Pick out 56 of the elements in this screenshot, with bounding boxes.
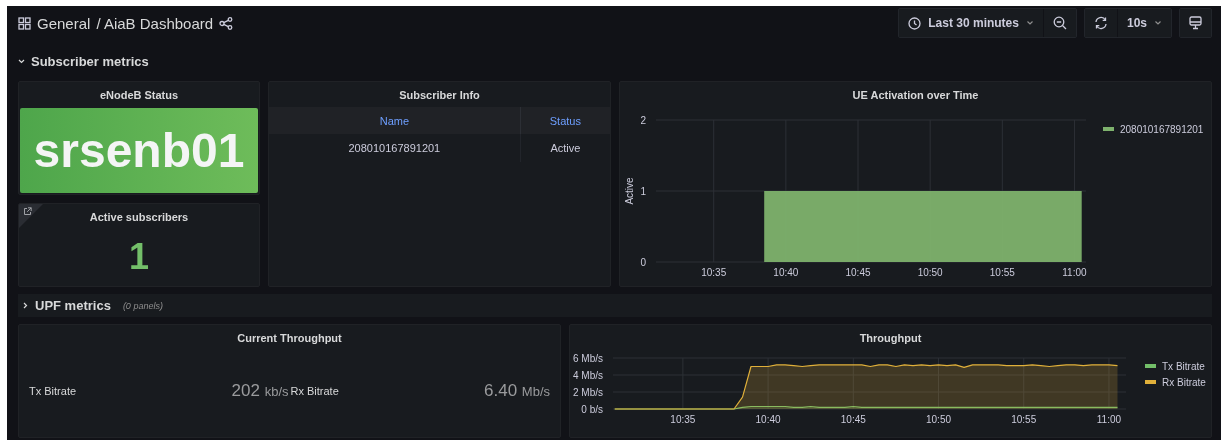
tick-label: 10:40 — [755, 414, 781, 425]
row-title[interactable]: UPF metrics — [35, 298, 111, 313]
share-icon[interactable] — [219, 16, 234, 30]
panel-title: Subscriber Info — [399, 88, 480, 102]
refresh-icon — [1093, 16, 1108, 30]
panel-title: UE Activation over Time — [852, 88, 979, 102]
row-summary: (0 panels) — [122, 300, 163, 311]
column-header[interactable]: Name — [269, 107, 521, 134]
zoom-out-icon — [1052, 16, 1067, 30]
tick-label: 10:55 — [989, 267, 1015, 278]
panel-title: eNodeB Status — [99, 88, 179, 102]
legend-label[interactable]: Rx Bitrate — [1162, 376, 1206, 388]
legend-label[interactable]: Tx Bitrate — [1162, 360, 1205, 372]
chevron-right-icon[interactable] — [22, 302, 29, 309]
table-cell: Active — [520, 134, 610, 162]
stat-label: Tx Bitrate — [29, 385, 77, 397]
column-header[interactable]: Status — [520, 107, 610, 134]
monitor-icon — [1189, 16, 1202, 30]
row-title[interactable]: Subscriber metrics — [31, 53, 149, 69]
chevron-down-icon[interactable] — [18, 57, 25, 65]
panel-title: Throughput — [859, 331, 922, 345]
tick-label: 10:35 — [701, 267, 727, 278]
stat-value: 202 kb/s — [231, 381, 289, 401]
status-value: srsenb01 — [20, 108, 258, 193]
folder-link[interactable]: General — [37, 14, 91, 32]
tick-label: 0 — [640, 256, 646, 268]
clock-icon — [908, 16, 922, 30]
tick-label: 11:00 — [1096, 414, 1122, 425]
stat-value: 1 — [129, 236, 149, 278]
panel-title: Current Throughput — [237, 331, 342, 345]
tick-label: 2 Mb/s — [573, 386, 603, 398]
tick-label: 0 b/s — [581, 403, 603, 415]
panel-link-corner[interactable] — [19, 204, 43, 228]
tick-label: 4 Mb/s — [573, 369, 603, 381]
tick-label: 1 — [640, 185, 646, 197]
stat-label: Rx Bitrate — [290, 385, 339, 397]
tick-label: 10:45 — [845, 267, 871, 278]
tick-label: 10:35 — [670, 414, 696, 425]
dashboard-title: / AiaB Dashboard — [96, 14, 214, 32]
panel-title: Active subscribers — [89, 210, 189, 224]
tick-label: 10:55 — [1011, 414, 1037, 425]
tick-label: 11:00 — [1062, 267, 1087, 278]
caret-icon — [1025, 19, 1034, 27]
tick-label: 10:40 — [773, 267, 799, 278]
table-cell: 208010167891201 — [269, 134, 521, 162]
axis-title: Active — [624, 177, 635, 205]
stat-value: 6.40 Mb/s — [484, 381, 550, 401]
tick-label: 2 — [640, 114, 646, 126]
caret-icon — [1154, 19, 1162, 27]
tick-label: 10:50 — [926, 414, 952, 425]
tick-label: 10:45 — [840, 414, 866, 425]
external-link-icon[interactable] — [23, 207, 32, 216]
tick-label: 6 Mb/s — [573, 352, 603, 364]
legend-label[interactable]: 208010167891201 — [1120, 123, 1204, 135]
tick-label: 10:50 — [917, 267, 943, 278]
dashboard-grid-icon[interactable] — [18, 16, 31, 30]
